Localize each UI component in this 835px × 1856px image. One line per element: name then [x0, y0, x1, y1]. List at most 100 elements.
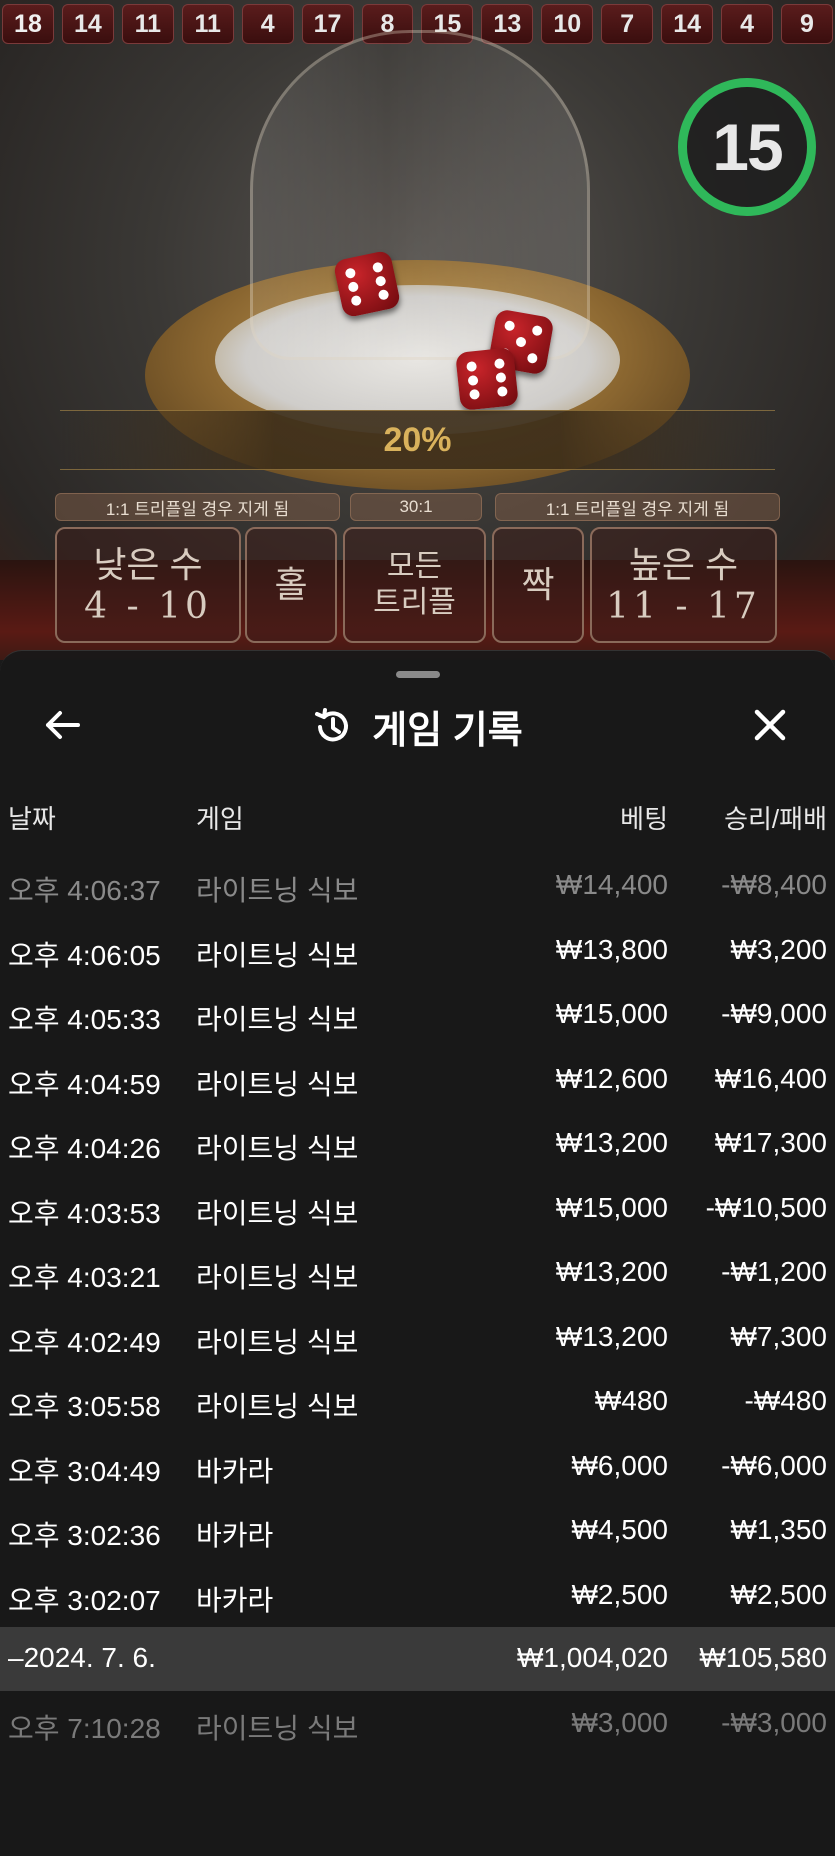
row-bet: ₩480: [594, 1385, 668, 1416]
bet-high-range: 11 - 17: [606, 585, 761, 627]
row-winloss: ₩17,300: [714, 1127, 827, 1158]
summary-winloss-total: ₩105,580: [699, 1642, 827, 1673]
close-button[interactable]: [746, 701, 794, 749]
bet-low-button[interactable]: 낮은 수 4 - 10: [55, 527, 241, 643]
row-winloss: ₩2,500: [730, 1578, 828, 1610]
row-winloss: -₩1,200: [721, 1256, 827, 1287]
summary-bet-total: ₩1,004,020: [517, 1642, 668, 1673]
history-result: 4: [241, 4, 294, 44]
bet-high-label: 높은 수: [628, 543, 739, 585]
row-time: 오후 3:02:07: [8, 1584, 161, 1616]
history-row[interactable]: 오후 4:03:21 라이트닝 식보 ₩13,200 -₩1,200: [0, 1240, 835, 1305]
history-result: 10: [541, 4, 594, 44]
row-winloss: ₩1,350: [730, 1514, 828, 1545]
row-time: 오후 4:03:21: [8, 1262, 161, 1293]
game-history-sheet: 게임 기록 날짜 게임 베팅 승리/패배 오후 4:06:37 라이트닝 식보 …: [0, 650, 835, 1856]
row-time: 오후 7:10:28: [8, 1713, 161, 1744]
game-area: 18 14 11 11 4 17 8 15 13 10 7 14 4 9 20%…: [0, 0, 835, 660]
sheet-title: 게임 기록: [372, 710, 523, 752]
history-row[interactable]: 오후 3:02:07 바카라 ₩2,500 ₩2,500: [0, 1563, 835, 1628]
row-winloss: -₩3,000: [721, 1707, 827, 1738]
row-bet: ₩13,800: [555, 933, 668, 965]
history-result: 9: [780, 4, 833, 44]
history-result: 4: [721, 4, 773, 44]
history-row[interactable]: 오후 7:10:28 라이트닝 식보 ₩3,000 -₩3,000: [0, 1691, 835, 1756]
row-bet: ₩13,200: [555, 1256, 668, 1287]
row-bet: ₩13,200: [555, 1320, 668, 1352]
multiplier-band: 20%: [60, 410, 775, 470]
bet-any-triple-label-1: 모든: [386, 550, 443, 583]
row-time: 오후 3:04:49: [8, 1455, 161, 1487]
bet-high-button[interactable]: 높은 수 11 - 17: [590, 527, 777, 643]
history-row[interactable]: 오후 3:05:58 라이트닝 식보 ₩480 -₩480: [0, 1369, 835, 1434]
row-time: 오후 4:06:05: [8, 939, 161, 971]
history-row[interactable]: 오후 4:03:53 라이트닝 식보 ₩15,000 -₩10,500: [0, 1176, 835, 1241]
history-result: 14: [61, 4, 114, 44]
row-game: 라이트닝 식보: [196, 1326, 359, 1358]
row-bet: ₩12,600: [555, 1062, 668, 1094]
column-header-game: 게임: [196, 804, 244, 834]
history-row[interactable]: 오후 4:04:26 라이트닝 식보 ₩13,200 ₩17,300: [0, 1111, 835, 1176]
column-header-date: 날짜: [8, 804, 56, 834]
history-row[interactable]: 오후 4:05:33 라이트닝 식보 ₩15,000 -₩9,000: [0, 982, 835, 1047]
history-row[interactable]: 오후 4:04:59 라이트닝 식보 ₩12,600 ₩16,400: [0, 1047, 835, 1112]
history-result: 13: [481, 4, 534, 44]
bet-even-label: 짝: [521, 564, 555, 605]
row-time: 오후 4:04:26: [8, 1133, 161, 1164]
drag-handle[interactable]: [396, 671, 440, 678]
row-game: 라이트닝 식보: [196, 875, 359, 906]
bet-any-triple-label-2: 트리플: [373, 586, 456, 619]
row-game: 라이트닝 식보: [196, 1713, 359, 1744]
history-table: 오후 4:06:37 라이트닝 식보 ₩14,400 -₩8,400 오후 4:…: [0, 853, 835, 1756]
history-result: 17: [301, 4, 354, 44]
row-bet: ₩14,400: [555, 869, 668, 900]
column-header-winloss: 승리/패배: [724, 804, 827, 834]
history-result: 7: [601, 4, 654, 44]
history-row[interactable]: 오후 3:02:36 바카라 ₩4,500 ₩1,350: [0, 1498, 835, 1563]
bet-low-range: 4 - 10: [84, 585, 212, 627]
history-result: 11: [181, 4, 234, 44]
row-bet: ₩3,000: [571, 1707, 669, 1738]
row-game: 바카라: [196, 1455, 274, 1487]
row-time: 오후 3:02:36: [8, 1520, 161, 1551]
history-row[interactable]: 오후 4:06:37 라이트닝 식보 ₩14,400 -₩8,400: [0, 853, 835, 918]
history-row[interactable]: 오후 3:04:49 바카라 ₩6,000 -₩6,000: [0, 1434, 835, 1499]
history-row[interactable]: 오후 4:02:49 라이트닝 식보 ₩13,200 ₩7,300: [0, 1305, 835, 1370]
row-game: 바카라: [196, 1520, 274, 1551]
row-time: 오후 4:02:49: [8, 1326, 161, 1358]
history-row[interactable]: 오후 4:06:05 라이트닝 식보 ₩13,800 ₩3,200: [0, 918, 835, 983]
row-game: 라이트닝 식보: [196, 1133, 359, 1164]
summary-date: –2024. 7. 6.: [8, 1642, 156, 1673]
row-game: 바카라: [196, 1584, 274, 1616]
row-winloss: -₩9,000: [721, 998, 827, 1029]
die-icon: [332, 249, 402, 319]
row-time: 오후 4:04:59: [8, 1068, 161, 1100]
row-game: 라이트닝 식보: [196, 939, 359, 971]
bet-odd-button[interactable]: 홀: [245, 527, 337, 643]
column-header-bet: 베팅: [620, 804, 668, 834]
row-bet: ₩15,000: [555, 998, 668, 1029]
close-icon: [754, 709, 786, 741]
countdown-timer: 15: [678, 78, 816, 216]
die-icon: [455, 347, 519, 411]
title-group: 게임 기록: [0, 699, 835, 754]
bet-even-button[interactable]: 짝: [492, 527, 584, 643]
row-winloss: -₩6,000: [721, 1449, 827, 1481]
timer-value: 15: [712, 110, 783, 184]
row-game: 라이트닝 식보: [196, 1262, 359, 1293]
history-icon: [315, 707, 349, 741]
glass-dome: [250, 30, 590, 360]
bet-odd-label: 홀: [274, 564, 308, 605]
row-game: 라이트닝 식보: [196, 1004, 359, 1035]
row-winloss: -₩10,500: [705, 1191, 827, 1223]
row-winloss: -₩480: [744, 1385, 827, 1416]
date-summary-row[interactable]: –2024. 7. 6. ₩1,004,020 ₩105,580: [0, 1627, 835, 1691]
row-time: 오후 4:06:37: [8, 875, 161, 906]
row-game: 라이트닝 식보: [196, 1197, 359, 1229]
bet-any-triple-button[interactable]: 모든 트리플: [343, 527, 486, 643]
row-winloss: -₩8,400: [721, 869, 827, 900]
row-bet: ₩2,500: [571, 1578, 669, 1610]
row-bet: ₩4,500: [571, 1514, 669, 1545]
row-bet: ₩6,000: [571, 1449, 669, 1481]
row-winloss: ₩16,400: [714, 1062, 827, 1094]
